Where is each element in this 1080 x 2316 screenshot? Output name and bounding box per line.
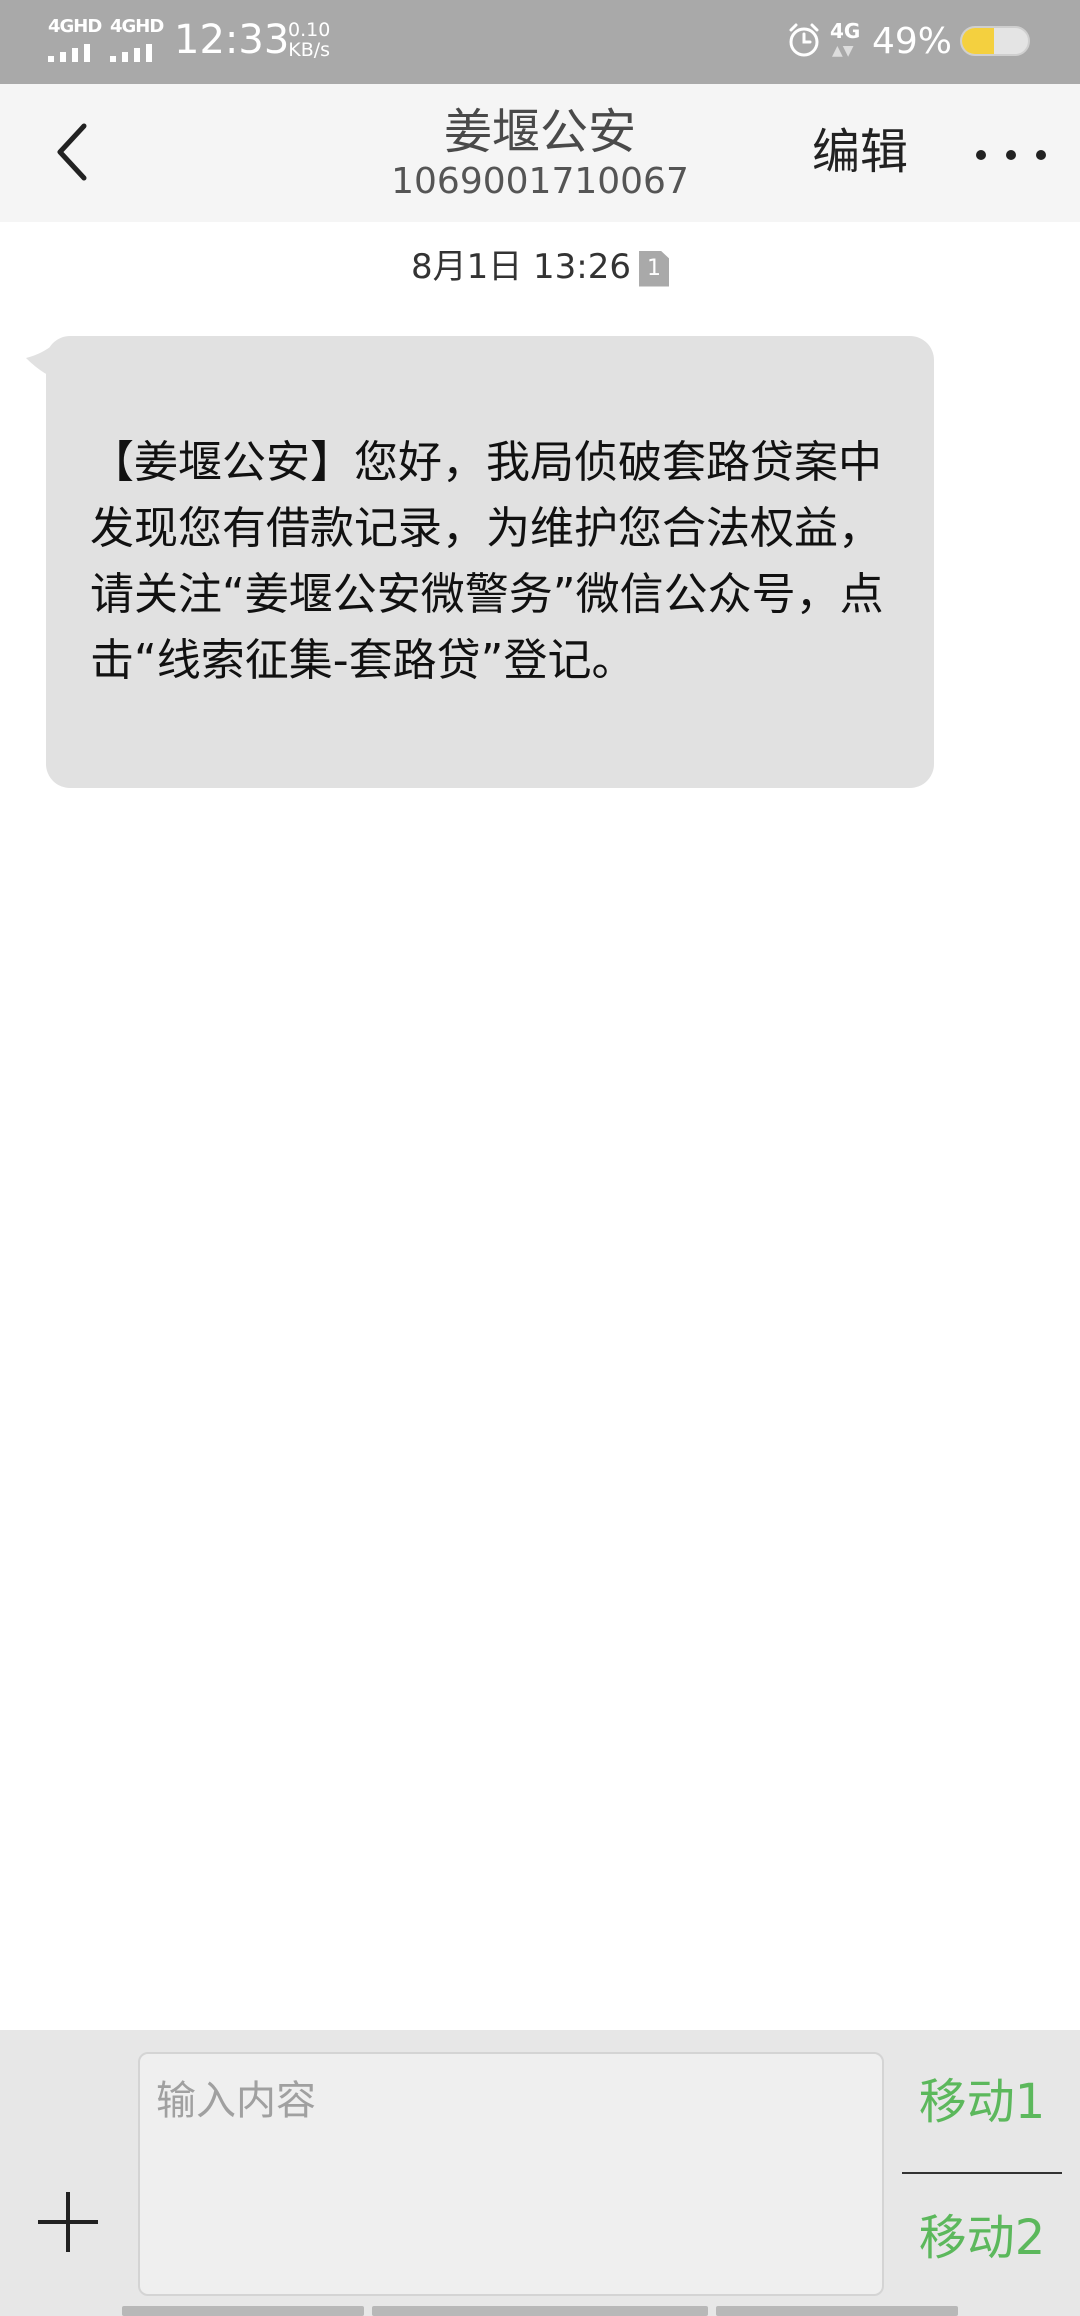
status-time: 12:33 xyxy=(174,17,290,63)
message-text: 【姜堰公安】您好，我局侦破套路贷案中发现您有借款记录，为维护您合法权益，请关注“… xyxy=(90,437,884,686)
network-speed-unit: KB/s xyxy=(288,39,331,61)
sim1-signal-icon: 4GHD xyxy=(48,18,102,62)
incoming-message-bubble[interactable]: 【姜堰公安】您好，我局侦破套路贷案中发现您有借款记录，为维护您合法权益，请关注“… xyxy=(46,336,934,788)
contact-title: 姜堰公安 xyxy=(443,104,636,160)
battery-percent: 49% xyxy=(872,21,953,62)
more-horizontal-icon[interactable] xyxy=(974,124,1048,184)
message-thread[interactable]: 8月1日 13:26 1 【姜堰公安】您好，我局侦破套路贷案中发现您有借款记录，为… xyxy=(0,222,1080,2030)
send-sim1-button[interactable]: 移动1 xyxy=(902,2072,1062,2132)
sim2-signal-icon: 4GHD xyxy=(110,18,164,62)
sim2-network-label: 4GHD xyxy=(110,16,164,37)
contact-number: 1069001710067 xyxy=(391,161,689,202)
bottom-strip xyxy=(122,2306,364,2316)
send-divider xyxy=(902,2172,1062,2174)
alarm-clock-icon xyxy=(789,23,819,57)
data-network-label: 4G xyxy=(830,19,861,43)
battery-level-fill xyxy=(962,28,995,54)
sim1-network-label: 4GHD xyxy=(48,16,102,37)
data-activity-icon: ▲▼ xyxy=(832,43,854,59)
conversation-header: 姜堰公安 1069001710067 编辑 xyxy=(0,84,1080,222)
timestamp-text: 8月1日 13:26 xyxy=(410,247,632,287)
message-composer: 移动1 移动2 xyxy=(0,2030,1080,2316)
send-sim2-button[interactable]: 移动2 xyxy=(902,2208,1062,2268)
message-timestamp: 8月1日 13:26 1 xyxy=(0,244,1080,290)
network-speed: 0.10 KB/s xyxy=(288,20,330,60)
edit-button[interactable]: 编辑 xyxy=(812,122,908,182)
battery-icon xyxy=(960,26,1030,56)
bottom-strip xyxy=(372,2306,708,2316)
status-bar: 4GHD 4GHD 12:33 0.10 KB/s 4G ▲▼ 49% xyxy=(0,0,1080,84)
network-speed-value: 0.10 xyxy=(288,19,331,41)
message-input[interactable] xyxy=(138,2052,884,2296)
sim-card-icon: 1 xyxy=(639,250,670,287)
plus-icon[interactable] xyxy=(36,2190,100,2254)
bottom-strip xyxy=(716,2306,958,2316)
